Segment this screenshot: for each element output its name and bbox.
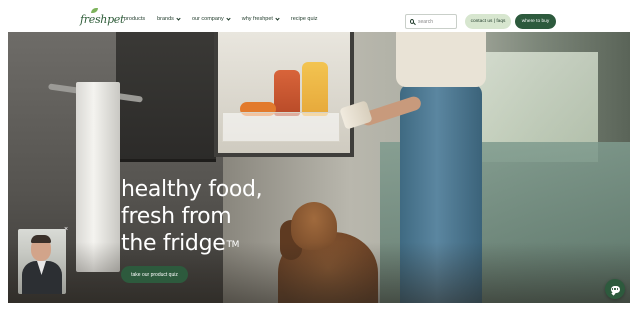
nav-label: our company — [191, 16, 224, 22]
headline-line-1: healthy food, — [121, 177, 263, 202]
nav-item-why-freshpet[interactable]: why freshpet — [241, 15, 280, 22]
freshpet-logo[interactable]: freshpet — [80, 8, 125, 26]
hero-fridge-shelf — [222, 112, 340, 142]
nav-item-recipe-quiz[interactable]: recipe quiz — [291, 16, 318, 22]
nav-item-our-company[interactable]: our company — [191, 15, 231, 22]
trademark-mark: TM — [226, 240, 240, 250]
product-quiz-label: take our product quiz — [131, 271, 178, 278]
where-to-buy-button[interactable]: where to buy — [515, 14, 556, 29]
hero-banner — [8, 32, 630, 303]
hero-bottle-yellow — [302, 62, 328, 116]
headline-line-2: fresh from — [121, 204, 232, 229]
nav-item-brands[interactable]: brands — [157, 15, 181, 22]
nav-item-products[interactable]: products — [124, 16, 145, 22]
hero-headline: healthy food, fresh from the fridgeTM — [121, 176, 263, 257]
main-nav: products brands our company why freshpet… — [124, 15, 330, 22]
where-to-buy-label: where to buy — [521, 19, 550, 24]
headline-line-3: the fridge — [121, 231, 226, 256]
contact-faqs-button[interactable]: contact us | faqs — [465, 14, 511, 29]
search-box[interactable] — [405, 14, 457, 29]
chevron-down-icon — [176, 15, 181, 21]
hero-person-top — [396, 32, 486, 87]
contact-faqs-label: contact us | faqs — [470, 19, 506, 24]
nav-label: recipe quiz — [290, 16, 318, 22]
hero-floor-shade — [8, 242, 630, 303]
nav-label: brands — [157, 16, 174, 22]
nav-label: products — [124, 16, 146, 22]
chat-dots — [612, 288, 618, 290]
nav-label: why freshpet — [241, 16, 273, 22]
chat-button[interactable] — [605, 279, 625, 299]
video-popup-thumbnail[interactable] — [18, 229, 66, 294]
site-header: freshpet products brands our company why… — [0, 0, 641, 34]
video-person-hair — [31, 235, 51, 243]
product-quiz-button[interactable]: take our product quiz — [121, 266, 188, 283]
close-icon[interactable]: × — [62, 226, 70, 234]
chevron-down-icon — [226, 15, 231, 21]
hero-bottle-red — [274, 70, 300, 116]
search-input[interactable] — [418, 18, 456, 25]
search-icon[interactable] — [410, 19, 414, 24]
chevron-down-icon — [275, 15, 280, 21]
page: freshpet products brands our company why… — [0, 0, 641, 313]
logo-text: freshpet — [80, 13, 125, 26]
